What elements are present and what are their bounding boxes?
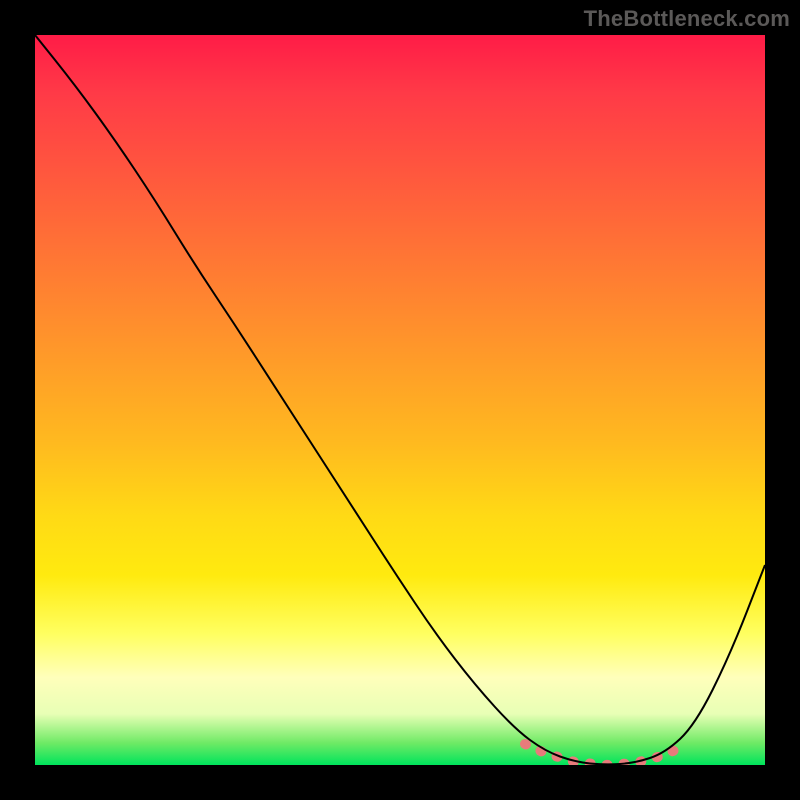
plot-area bbox=[35, 35, 765, 765]
highlight-band bbox=[525, 744, 685, 765]
bottleneck-curve bbox=[35, 35, 765, 764]
watermark-text: TheBottleneck.com bbox=[584, 6, 790, 32]
chart-container: TheBottleneck.com bbox=[0, 0, 800, 800]
chart-svg bbox=[35, 35, 765, 765]
